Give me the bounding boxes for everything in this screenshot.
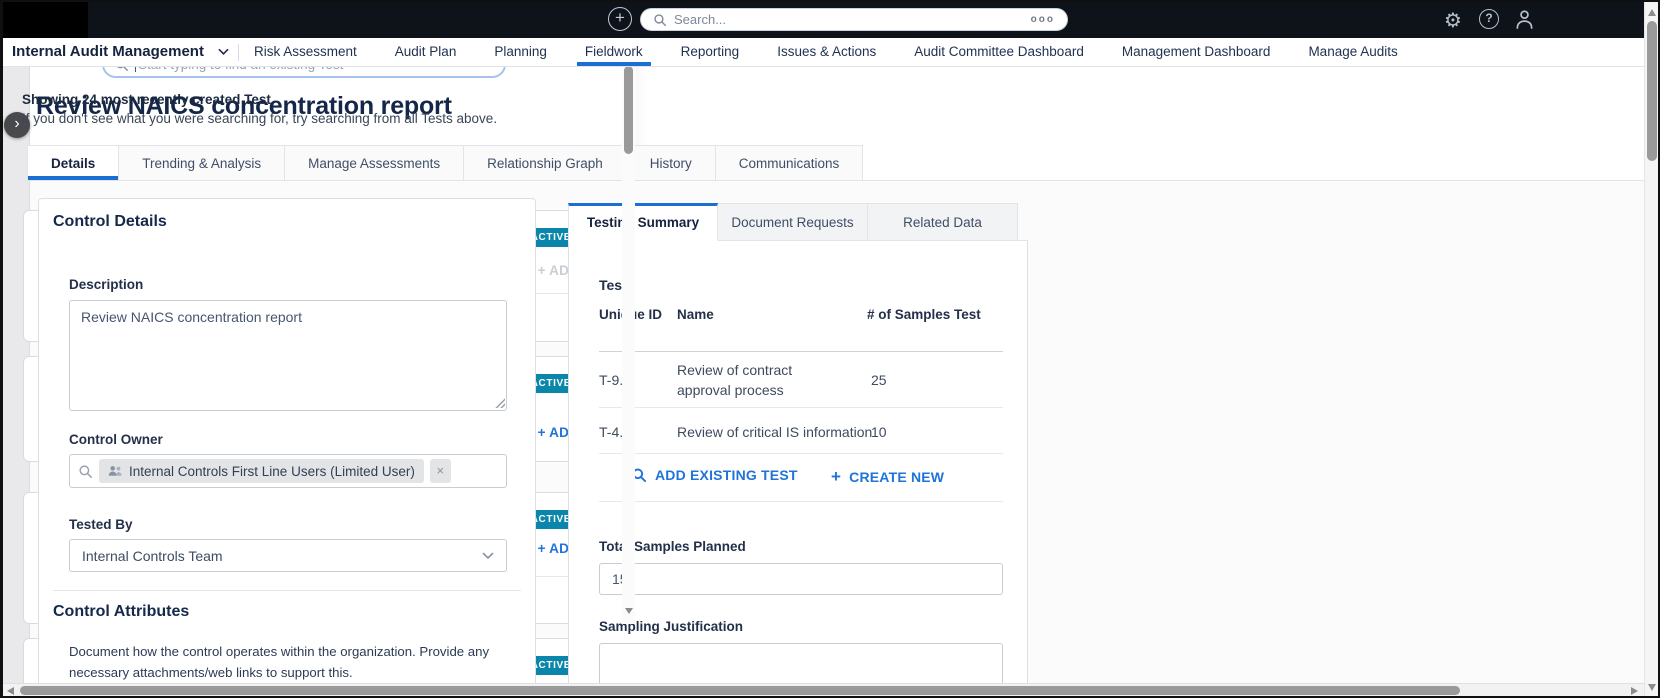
help-icon[interactable]: ? <box>1479 9 1499 29</box>
vertical-scrollbar[interactable] <box>1644 2 1658 696</box>
tab-document-requests[interactable]: Document Requests <box>718 203 868 241</box>
description-label: Description <box>69 277 143 292</box>
tab-testing-summary[interactable]: Testing Summary <box>568 203 718 241</box>
control-details-card: Control Details Description Control Owne… <box>38 198 536 690</box>
horizontal-scrollbar[interactable] <box>3 683 1644 697</box>
nav-item-reporting[interactable]: Reporting <box>679 38 742 66</box>
control-owner-field[interactable]: Internal Controls First Line Users (Limi… <box>69 454 507 488</box>
add-existing-test-link[interactable]: ADD EXISTING TEST <box>631 467 798 483</box>
tested-by-label: Tested By <box>69 517 133 532</box>
chevron-down-icon[interactable] <box>218 48 229 56</box>
chevron-down-icon <box>482 552 494 560</box>
divider <box>599 501 1003 502</box>
nav-item-issues-actions[interactable]: Issues & Actions <box>775 38 878 66</box>
tab-related-data[interactable]: Related Data <box>868 203 1018 241</box>
row-samples: 10 <box>871 423 887 443</box>
control-owner-label: Control Owner <box>69 432 163 447</box>
tab-details[interactable]: Details <box>27 145 118 180</box>
tested-by-select[interactable]: Internal Controls Team <box>69 539 507 572</box>
plus-icon: + <box>831 467 841 487</box>
create-new-link[interactable]: + CREATE NEW <box>831 467 944 487</box>
search-icon <box>653 13 667 27</box>
scroll-down-arrow[interactable] <box>625 608 633 614</box>
scrollbar-thumb[interactable] <box>20 686 1460 695</box>
tab-relationship-graph[interactable]: Relationship Graph <box>463 145 626 180</box>
module-nav-bar: Internal Audit Management Risk Assessmen… <box>0 38 1660 67</box>
tab-trending-analysis[interactable]: Trending & Analysis <box>118 145 284 180</box>
divider <box>53 590 521 591</box>
col-samples: # of Samples Test <box>867 307 981 322</box>
scrollbar-thumb[interactable] <box>624 66 633 154</box>
description-textarea[interactable] <box>69 300 507 411</box>
testing-summary-panel: Test Unique ID Name # of Samples Test T-… <box>568 240 1028 690</box>
app-window: + ooo ⚙ ? Internal Audit Management Risk… <box>0 0 1660 698</box>
nav-item-audit-committee-dashboard[interactable]: Audit Committee Dashboard <box>912 38 1086 66</box>
row-samples: 25 <box>871 371 887 391</box>
nav-item-risk-assessment[interactable]: Risk Assessment <box>252 38 359 66</box>
row-name: Review of critical IS information <box>677 423 867 443</box>
control-attributes-heading: Control Attributes <box>53 603 189 621</box>
global-search[interactable]: ooo <box>640 8 1068 31</box>
divider <box>599 407 1003 408</box>
owner-tag: Internal Controls First Line Users (Limi… <box>99 459 424 483</box>
total-samples-input[interactable] <box>599 563 1003 595</box>
nav-item-fieldwork[interactable]: Fieldwork <box>583 38 645 66</box>
add-icon[interactable]: + <box>608 7 632 31</box>
remove-owner-button[interactable]: × <box>430 459 451 483</box>
showing-count-text: Showing 24 most recently created Test <box>22 92 271 107</box>
search-hint-text: If you don't see what you were searching… <box>22 111 497 126</box>
scrollbar-thumb[interactable] <box>1647 21 1657 161</box>
scroll-down-arrow[interactable] <box>1648 684 1656 691</box>
search-input[interactable] <box>674 12 1031 27</box>
product-name[interactable]: Internal Audit Management <box>12 38 204 66</box>
scroll-up-arrow[interactable] <box>1648 9 1656 16</box>
nav-item-manage-audits[interactable]: Manage Audits <box>1306 38 1399 66</box>
scroll-right-arrow[interactable] <box>1631 687 1638 695</box>
logo-block <box>0 0 88 38</box>
tab-history[interactable]: History <box>626 145 715 180</box>
divider <box>599 453 1003 454</box>
sampling-justification-label: Sampling Justification <box>599 619 743 634</box>
control-details-heading: Control Details <box>53 213 167 231</box>
owner-tag-label: Internal Controls First Line Users (Limi… <box>129 464 415 479</box>
group-icon <box>108 465 123 477</box>
divider <box>238 44 239 61</box>
tested-by-value: Internal Controls Team <box>82 548 482 564</box>
create-new-label: CREATE NEW <box>849 469 944 485</box>
gear-icon[interactable]: ⚙ <box>1444 8 1462 33</box>
tab-communications[interactable]: Communications <box>715 145 864 180</box>
search-overflow-indicator[interactable]: ooo <box>1031 14 1055 25</box>
row-name: Review of contract approval process <box>677 361 849 400</box>
nav-item-management-dashboard[interactable]: Management Dashboard <box>1120 38 1273 66</box>
scroll-left-arrow[interactable] <box>7 687 14 695</box>
nav-item-audit-plan[interactable]: Audit Plan <box>393 38 459 66</box>
top-bar: + ooo ⚙ ? <box>0 0 1660 38</box>
user-profile-icon[interactable] <box>1514 8 1535 30</box>
record-tabs: Details Trending & Analysis Manage Asses… <box>27 145 1660 181</box>
add-existing-test-label: ADD EXISTING TEST <box>655 467 798 483</box>
testing-tabs: Testing Summary Document Requests Relate… <box>568 203 1018 241</box>
nav-item-planning[interactable]: Planning <box>492 38 549 66</box>
control-attributes-help: Document how the control operates within… <box>69 641 521 683</box>
col-name: Name <box>677 307 714 322</box>
divider <box>599 351 1003 352</box>
tab-manage-assessments[interactable]: Manage Assessments <box>284 145 463 180</box>
search-icon <box>78 464 93 479</box>
modal-scrollbar[interactable] <box>622 46 635 624</box>
test-section-label: Test <box>599 277 999 293</box>
nav-items: Risk Assessment Audit Plan Planning Fiel… <box>252 38 1400 66</box>
